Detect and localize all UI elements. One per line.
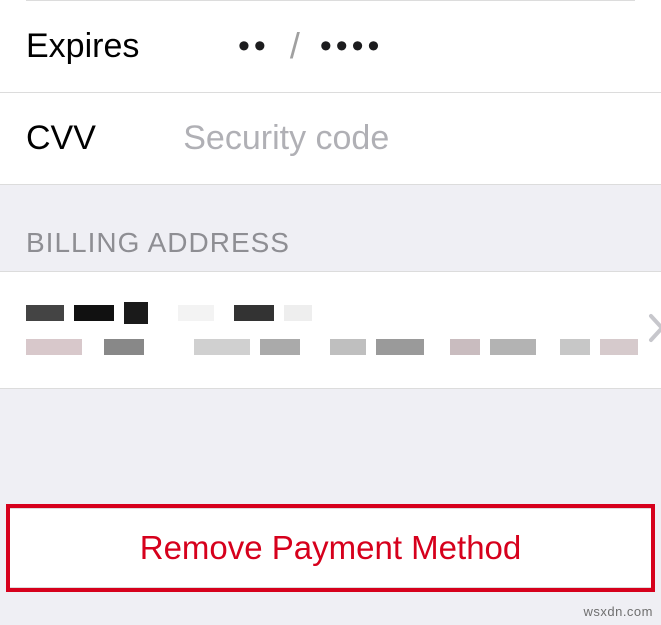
card-details-section: Expires •• / •••• CVV [0, 0, 661, 185]
expires-month: •• [238, 27, 270, 66]
watermark: wsxdn.com [583, 604, 653, 619]
remove-payment-button[interactable]: Remove Payment Method [10, 508, 651, 588]
billing-address-row[interactable] [0, 271, 661, 389]
billing-address-content [26, 302, 638, 358]
address-line-2 [26, 336, 638, 358]
expires-slash: / [288, 25, 302, 67]
expires-year: •••• [320, 27, 384, 66]
cvv-input[interactable] [183, 119, 635, 158]
expires-label: Expires [26, 27, 238, 66]
cvv-row[interactable]: CVV [0, 92, 661, 184]
address-line-1 [26, 302, 638, 324]
remove-payment-highlight: Remove Payment Method [6, 504, 655, 592]
expires-row[interactable]: Expires •• / •••• [0, 0, 661, 92]
billing-address-header: BILLING ADDRESS [0, 185, 661, 271]
cvv-label: CVV [26, 119, 183, 158]
chevron-right-icon [638, 308, 661, 353]
expires-value: •• / •••• [238, 25, 383, 67]
